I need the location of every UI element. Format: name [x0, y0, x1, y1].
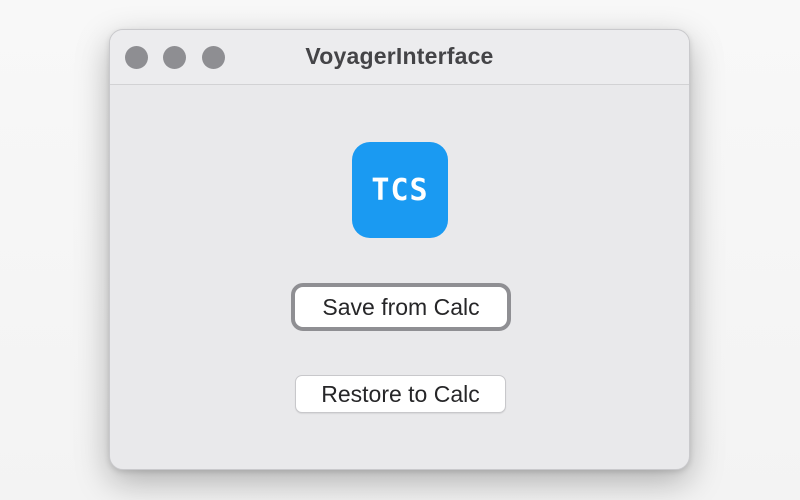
app-window: VoyagerInterface TCS Save from Calc Rest… — [109, 29, 690, 470]
window-title: VoyagerInterface — [305, 43, 494, 69]
restore-to-calc-button[interactable]: Restore to Calc — [295, 375, 506, 413]
title-bar[interactable]: VoyagerInterface — [110, 30, 689, 85]
desktop-background: VoyagerInterface TCS Save from Calc Rest… — [0, 0, 800, 500]
save-from-calc-button[interactable]: Save from Calc — [291, 283, 511, 331]
tcs-logo-text: TCS — [371, 172, 429, 208]
tcs-logo-icon: TCS — [352, 142, 448, 238]
